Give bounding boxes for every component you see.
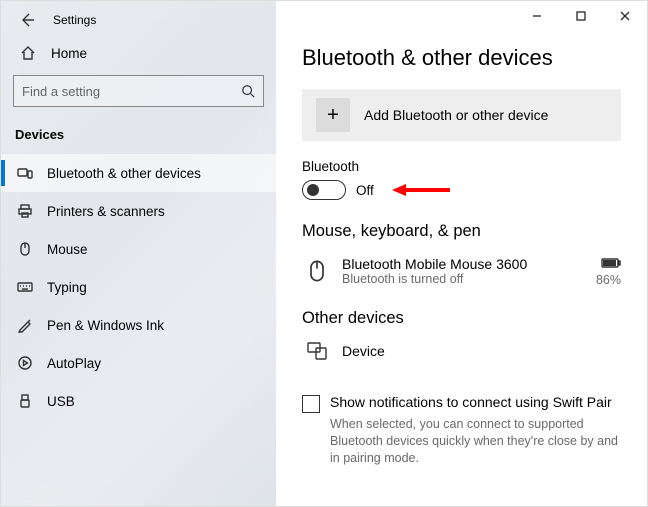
device-name: Bluetooth Mobile Mouse 3600 xyxy=(342,256,596,272)
sidebar: Settings Home Devices Bluetooth & other … xyxy=(1,1,276,506)
pen-icon xyxy=(15,317,35,333)
other-section-title: Other devices xyxy=(302,309,621,328)
page-content: Bluetooth & other devices + Add Bluetoot… xyxy=(276,1,647,467)
search-icon xyxy=(241,84,255,98)
mouse-icon xyxy=(304,259,330,283)
nav-label: Printers & scanners xyxy=(47,204,165,219)
add-device-button[interactable]: + Add Bluetooth or other device xyxy=(302,89,621,141)
device-icon xyxy=(304,342,330,360)
nav-label: Bluetooth & other devices xyxy=(47,166,201,181)
sidebar-section-header: Devices xyxy=(1,119,276,154)
device-info: Device xyxy=(342,343,621,359)
device-status: Bluetooth is turned off xyxy=(342,272,596,286)
main-pane: Bluetooth & other devices + Add Bluetoot… xyxy=(276,1,647,506)
swift-pair-checkbox[interactable] xyxy=(302,395,320,413)
sidebar-item-mouse[interactable]: Mouse xyxy=(1,230,276,268)
printer-icon xyxy=(15,203,35,219)
toggle-state-label: Off xyxy=(356,183,374,198)
mouse-section-title: Mouse, keyboard, & pen xyxy=(302,222,621,241)
page-title: Bluetooth & other devices xyxy=(302,45,621,71)
bluetooth-label: Bluetooth xyxy=(302,159,621,174)
bluetooth-toggle[interactable] xyxy=(302,180,346,200)
device-info: Bluetooth Mobile Mouse 3600 Bluetooth is… xyxy=(342,256,596,286)
annotation-arrow xyxy=(392,180,450,200)
minimize-button[interactable] xyxy=(515,1,559,31)
nav-label: AutoPlay xyxy=(47,356,101,371)
bluetooth-toggle-row: Off xyxy=(302,180,621,200)
usb-icon xyxy=(15,393,35,409)
sidebar-item-usb[interactable]: USB xyxy=(1,382,276,420)
mouse-icon xyxy=(15,241,35,257)
add-device-label: Add Bluetooth or other device xyxy=(364,107,548,123)
app-title: Settings xyxy=(53,13,96,27)
sidebar-item-autoplay[interactable]: AutoPlay xyxy=(1,344,276,382)
sidebar-item-home[interactable]: Home xyxy=(1,33,276,71)
devices-icon xyxy=(15,165,35,181)
home-label: Home xyxy=(51,46,87,61)
maximize-button[interactable] xyxy=(559,1,603,31)
search-box[interactable] xyxy=(13,75,264,107)
swift-pair-label: Show notifications to connect using Swif… xyxy=(330,394,621,410)
sidebar-item-typing[interactable]: Typing xyxy=(1,268,276,306)
battery-percent: 86% xyxy=(596,273,621,287)
device-row-mouse[interactable]: Bluetooth Mobile Mouse 3600 Bluetooth is… xyxy=(302,251,621,301)
plus-icon: + xyxy=(316,98,350,132)
swift-pair-description: When selected, you can connect to suppor… xyxy=(330,416,621,467)
home-icon xyxy=(19,45,37,61)
nav-label: Pen & Windows Ink xyxy=(47,318,164,333)
nav-label: Mouse xyxy=(47,242,88,257)
nav-label: Typing xyxy=(47,280,87,295)
sidebar-item-pen[interactable]: Pen & Windows Ink xyxy=(1,306,276,344)
keyboard-icon xyxy=(15,279,35,295)
battery-icon xyxy=(601,258,621,268)
search-input[interactable] xyxy=(22,84,241,99)
nav-label: USB xyxy=(47,394,75,409)
close-button[interactable] xyxy=(603,1,647,31)
device-row-other[interactable]: Device xyxy=(302,338,621,374)
swift-pair-row: Show notifications to connect using Swif… xyxy=(302,394,621,467)
swift-pair-text: Show notifications to connect using Swif… xyxy=(330,394,621,467)
sidebar-item-bluetooth[interactable]: Bluetooth & other devices xyxy=(1,154,276,192)
autoplay-icon xyxy=(15,355,35,371)
arrow-left-icon xyxy=(19,12,35,28)
window-controls xyxy=(515,1,647,31)
sidebar-item-printers[interactable]: Printers & scanners xyxy=(1,192,276,230)
toggle-knob xyxy=(307,184,319,196)
device-name: Device xyxy=(342,343,621,359)
back-button[interactable] xyxy=(9,6,45,34)
titlebar: Settings xyxy=(1,1,276,33)
device-battery: 86% xyxy=(596,255,621,287)
